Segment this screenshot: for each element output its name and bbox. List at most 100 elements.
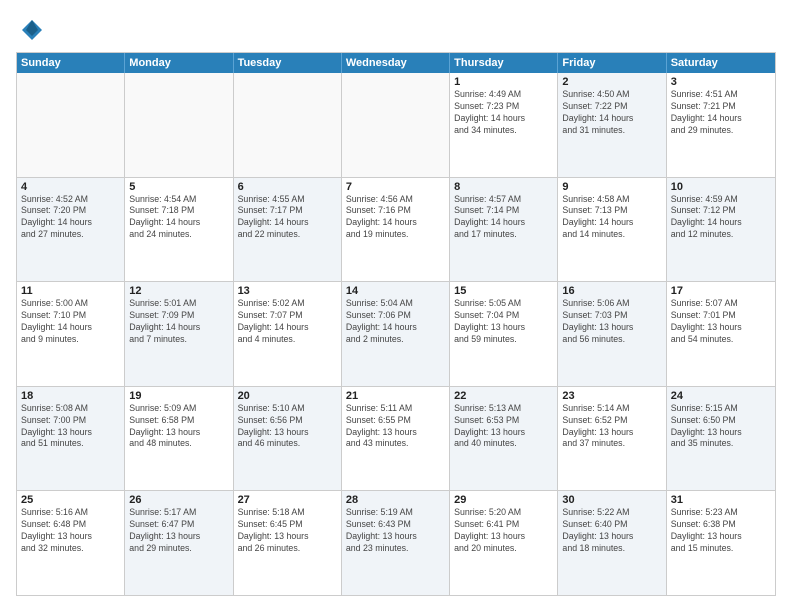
page: SundayMondayTuesdayWednesdayThursdayFrid…: [0, 0, 792, 612]
day-info: Sunrise: 5:02 AMSunset: 7:07 PMDaylight:…: [238, 298, 337, 346]
day-number: 6: [238, 181, 337, 193]
day-3: 3Sunrise: 4:51 AMSunset: 7:21 PMDaylight…: [667, 73, 775, 177]
day-number: 14: [346, 285, 445, 297]
day-24: 24Sunrise: 5:15 AMSunset: 6:50 PMDayligh…: [667, 387, 775, 491]
day-info: Sunrise: 5:01 AMSunset: 7:09 PMDaylight:…: [129, 298, 228, 346]
day-19: 19Sunrise: 5:09 AMSunset: 6:58 PMDayligh…: [125, 387, 233, 491]
day-info: Sunrise: 4:52 AMSunset: 7:20 PMDaylight:…: [21, 194, 120, 242]
header-tuesday: Tuesday: [234, 53, 342, 73]
day-16: 16Sunrise: 5:06 AMSunset: 7:03 PMDayligh…: [558, 282, 666, 386]
day-info: Sunrise: 5:10 AMSunset: 6:56 PMDaylight:…: [238, 403, 337, 451]
day-28: 28Sunrise: 5:19 AMSunset: 6:43 PMDayligh…: [342, 491, 450, 595]
week-5: 25Sunrise: 5:16 AMSunset: 6:48 PMDayligh…: [17, 491, 775, 595]
day-number: 8: [454, 181, 553, 193]
logo-icon: [16, 16, 44, 44]
day-7: 7Sunrise: 4:56 AMSunset: 7:16 PMDaylight…: [342, 178, 450, 282]
day-18: 18Sunrise: 5:08 AMSunset: 7:00 PMDayligh…: [17, 387, 125, 491]
day-info: Sunrise: 4:58 AMSunset: 7:13 PMDaylight:…: [562, 194, 661, 242]
logo: [16, 16, 48, 44]
day-info: Sunrise: 4:51 AMSunset: 7:21 PMDaylight:…: [671, 89, 771, 137]
day-15: 15Sunrise: 5:05 AMSunset: 7:04 PMDayligh…: [450, 282, 558, 386]
day-info: Sunrise: 5:15 AMSunset: 6:50 PMDaylight:…: [671, 403, 771, 451]
header-thursday: Thursday: [450, 53, 558, 73]
day-number: 22: [454, 390, 553, 402]
day-8: 8Sunrise: 4:57 AMSunset: 7:14 PMDaylight…: [450, 178, 558, 282]
day-info: Sunrise: 5:17 AMSunset: 6:47 PMDaylight:…: [129, 507, 228, 555]
header-sunday: Sunday: [17, 53, 125, 73]
day-number: 10: [671, 181, 771, 193]
day-number: 26: [129, 494, 228, 506]
day-number: 24: [671, 390, 771, 402]
day-info: Sunrise: 4:59 AMSunset: 7:12 PMDaylight:…: [671, 194, 771, 242]
week-3: 11Sunrise: 5:00 AMSunset: 7:10 PMDayligh…: [17, 282, 775, 387]
day-info: Sunrise: 5:14 AMSunset: 6:52 PMDaylight:…: [562, 403, 661, 451]
calendar-header: SundayMondayTuesdayWednesdayThursdayFrid…: [17, 53, 775, 73]
day-5: 5Sunrise: 4:54 AMSunset: 7:18 PMDaylight…: [125, 178, 233, 282]
header: [16, 16, 776, 44]
day-27: 27Sunrise: 5:18 AMSunset: 6:45 PMDayligh…: [234, 491, 342, 595]
day-info: Sunrise: 5:19 AMSunset: 6:43 PMDaylight:…: [346, 507, 445, 555]
day-25: 25Sunrise: 5:16 AMSunset: 6:48 PMDayligh…: [17, 491, 125, 595]
day-number: 19: [129, 390, 228, 402]
day-info: Sunrise: 5:04 AMSunset: 7:06 PMDaylight:…: [346, 298, 445, 346]
day-number: 15: [454, 285, 553, 297]
week-2: 4Sunrise: 4:52 AMSunset: 7:20 PMDaylight…: [17, 178, 775, 283]
day-number: 30: [562, 494, 661, 506]
day-info: Sunrise: 5:18 AMSunset: 6:45 PMDaylight:…: [238, 507, 337, 555]
day-info: Sunrise: 4:54 AMSunset: 7:18 PMDaylight:…: [129, 194, 228, 242]
empty-cell: [125, 73, 233, 177]
day-number: 2: [562, 76, 661, 88]
day-number: 20: [238, 390, 337, 402]
calendar: SundayMondayTuesdayWednesdayThursdayFrid…: [16, 52, 776, 596]
day-info: Sunrise: 5:16 AMSunset: 6:48 PMDaylight:…: [21, 507, 120, 555]
day-2: 2Sunrise: 4:50 AMSunset: 7:22 PMDaylight…: [558, 73, 666, 177]
day-info: Sunrise: 5:20 AMSunset: 6:41 PMDaylight:…: [454, 507, 553, 555]
day-22: 22Sunrise: 5:13 AMSunset: 6:53 PMDayligh…: [450, 387, 558, 491]
day-11: 11Sunrise: 5:00 AMSunset: 7:10 PMDayligh…: [17, 282, 125, 386]
day-number: 29: [454, 494, 553, 506]
day-info: Sunrise: 5:13 AMSunset: 6:53 PMDaylight:…: [454, 403, 553, 451]
day-number: 5: [129, 181, 228, 193]
day-14: 14Sunrise: 5:04 AMSunset: 7:06 PMDayligh…: [342, 282, 450, 386]
empty-cell: [234, 73, 342, 177]
day-21: 21Sunrise: 5:11 AMSunset: 6:55 PMDayligh…: [342, 387, 450, 491]
day-13: 13Sunrise: 5:02 AMSunset: 7:07 PMDayligh…: [234, 282, 342, 386]
day-23: 23Sunrise: 5:14 AMSunset: 6:52 PMDayligh…: [558, 387, 666, 491]
day-number: 23: [562, 390, 661, 402]
day-9: 9Sunrise: 4:58 AMSunset: 7:13 PMDaylight…: [558, 178, 666, 282]
day-info: Sunrise: 5:05 AMSunset: 7:04 PMDaylight:…: [454, 298, 553, 346]
day-20: 20Sunrise: 5:10 AMSunset: 6:56 PMDayligh…: [234, 387, 342, 491]
day-10: 10Sunrise: 4:59 AMSunset: 7:12 PMDayligh…: [667, 178, 775, 282]
header-saturday: Saturday: [667, 53, 775, 73]
day-31: 31Sunrise: 5:23 AMSunset: 6:38 PMDayligh…: [667, 491, 775, 595]
day-6: 6Sunrise: 4:55 AMSunset: 7:17 PMDaylight…: [234, 178, 342, 282]
day-17: 17Sunrise: 5:07 AMSunset: 7:01 PMDayligh…: [667, 282, 775, 386]
day-number: 12: [129, 285, 228, 297]
day-info: Sunrise: 5:09 AMSunset: 6:58 PMDaylight:…: [129, 403, 228, 451]
day-number: 7: [346, 181, 445, 193]
day-info: Sunrise: 5:00 AMSunset: 7:10 PMDaylight:…: [21, 298, 120, 346]
day-info: Sunrise: 5:07 AMSunset: 7:01 PMDaylight:…: [671, 298, 771, 346]
day-info: Sunrise: 5:08 AMSunset: 7:00 PMDaylight:…: [21, 403, 120, 451]
day-info: Sunrise: 4:49 AMSunset: 7:23 PMDaylight:…: [454, 89, 553, 137]
day-info: Sunrise: 4:50 AMSunset: 7:22 PMDaylight:…: [562, 89, 661, 137]
calendar-body: 1Sunrise: 4:49 AMSunset: 7:23 PMDaylight…: [17, 73, 775, 595]
day-info: Sunrise: 4:56 AMSunset: 7:16 PMDaylight:…: [346, 194, 445, 242]
day-1: 1Sunrise: 4:49 AMSunset: 7:23 PMDaylight…: [450, 73, 558, 177]
day-4: 4Sunrise: 4:52 AMSunset: 7:20 PMDaylight…: [17, 178, 125, 282]
day-number: 4: [21, 181, 120, 193]
empty-cell: [17, 73, 125, 177]
day-info: Sunrise: 4:55 AMSunset: 7:17 PMDaylight:…: [238, 194, 337, 242]
day-12: 12Sunrise: 5:01 AMSunset: 7:09 PMDayligh…: [125, 282, 233, 386]
day-number: 27: [238, 494, 337, 506]
day-26: 26Sunrise: 5:17 AMSunset: 6:47 PMDayligh…: [125, 491, 233, 595]
day-number: 17: [671, 285, 771, 297]
day-number: 9: [562, 181, 661, 193]
header-monday: Monday: [125, 53, 233, 73]
day-info: Sunrise: 4:57 AMSunset: 7:14 PMDaylight:…: [454, 194, 553, 242]
header-friday: Friday: [558, 53, 666, 73]
day-number: 31: [671, 494, 771, 506]
week-1: 1Sunrise: 4:49 AMSunset: 7:23 PMDaylight…: [17, 73, 775, 178]
day-number: 28: [346, 494, 445, 506]
day-number: 13: [238, 285, 337, 297]
